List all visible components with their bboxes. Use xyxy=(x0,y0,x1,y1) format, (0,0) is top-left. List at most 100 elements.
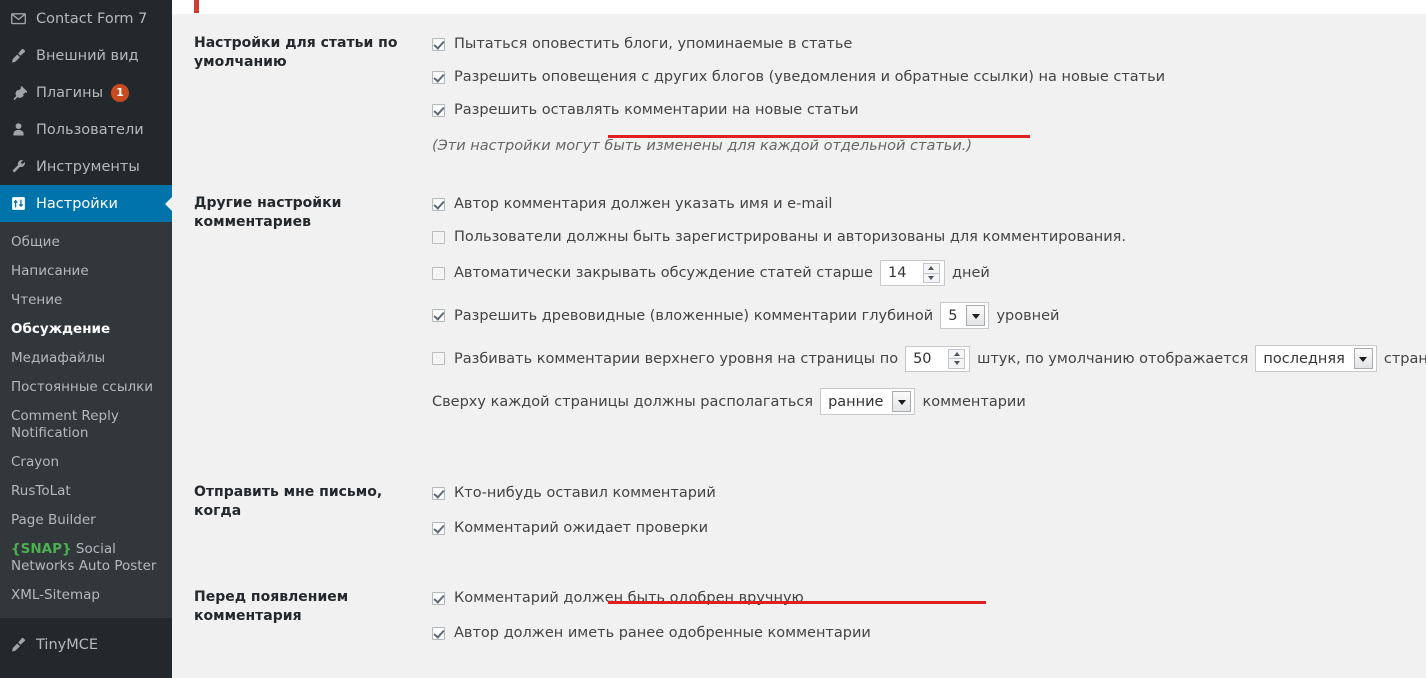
default-comments-page-select[interactable]: последняя xyxy=(1255,345,1377,372)
checkbox-input[interactable] xyxy=(432,591,445,605)
checkbox-row-notify-moderation[interactable]: Комментарий ожидает проверки xyxy=(432,518,708,538)
section-email-me-when: Отправить мне письмо, когда Кто-нибудь о… xyxy=(172,463,1426,558)
sidebar-item-appearance[interactable]: Внешний вид xyxy=(0,37,172,74)
sidebar-divider xyxy=(0,618,172,626)
active-menu-arrow-icon xyxy=(165,195,172,212)
checkbox-row-allow-pingbacks[interactable]: Разрешить оповещения с других блогов (ув… xyxy=(432,67,1165,87)
sidebar-item-label: Настройки xyxy=(36,195,118,212)
checkbox-input[interactable] xyxy=(432,70,445,84)
checkbox-input[interactable] xyxy=(432,103,445,117)
section-default-post-settings: Настройки для статьи по умолчанию Пытать… xyxy=(172,14,1426,174)
checkbox-row-paginate-comments[interactable]: Разбивать комментарии верхнего уровня на… xyxy=(432,345,1426,372)
sidebar-item-label: Плагины xyxy=(36,84,104,101)
checkbox-input[interactable] xyxy=(432,352,445,365)
select-value[interactable]: последняя xyxy=(1256,346,1353,371)
snap-prefix: {SNAP} xyxy=(11,541,72,557)
sidebar-item-label: Внешний вид xyxy=(36,47,139,64)
checkbox-row-manual-approval[interactable]: Комментарий должен быть одобрен вручную xyxy=(432,588,804,608)
submenu-item-page-builder[interactable]: Page Builder xyxy=(0,506,172,535)
submenu-item-reading[interactable]: Чтение xyxy=(0,286,172,315)
section-heading: Перед появлением комментария xyxy=(194,589,349,624)
checkbox-input[interactable] xyxy=(432,309,445,322)
sidebar-top-menu: Contact Form 7 Внешний вид Плагины 1 Пол… xyxy=(0,0,172,222)
stepper-value[interactable]: 14 xyxy=(880,261,923,285)
comments-per-page-stepper[interactable]: 50 xyxy=(905,345,971,372)
stepper-value[interactable]: 50 xyxy=(906,346,949,371)
checkbox-row-allow-comments[interactable]: Разрешить оставлять комментарии на новые… xyxy=(432,100,859,120)
checkbox-label-mid: штук, по умолчанию отображается xyxy=(977,350,1249,367)
sidebar-item-plugins[interactable]: Плагины 1 xyxy=(0,74,172,111)
wrench-icon xyxy=(10,158,36,175)
sidebar-item-contact-form-7[interactable]: Contact Form 7 xyxy=(0,0,172,37)
comment-order-select[interactable]: ранние xyxy=(820,388,916,415)
stepper-up-icon[interactable] xyxy=(948,348,966,358)
submenu-item-writing[interactable]: Написание xyxy=(0,257,172,286)
checkbox-label: Разрешить оставлять комментарии на новые… xyxy=(454,102,859,118)
admin-sidebar: Contact Form 7 Внешний вид Плагины 1 Пол… xyxy=(0,0,172,678)
stepper-down-icon[interactable] xyxy=(948,358,966,369)
checkbox-row-close-comments[interactable]: Автоматически закрывать обсуждение стате… xyxy=(432,260,990,286)
sidebar-item-settings[interactable]: Настройки xyxy=(0,185,172,222)
plug-icon xyxy=(10,84,36,101)
checkbox-input[interactable] xyxy=(432,626,445,640)
checkbox-input[interactable] xyxy=(432,486,445,500)
submenu-item-snap-social-networks-auto-poster[interactable]: {SNAP} Social Networks Auto Poster xyxy=(0,535,172,581)
checkbox-label-before: Автоматически закрывать обсуждение стате… xyxy=(454,265,873,281)
checkbox-input[interactable] xyxy=(432,37,445,51)
chevron-down-icon[interactable] xyxy=(1353,348,1373,369)
checkbox-input[interactable] xyxy=(432,197,445,211)
section-heading: Настройки для статьи по умолчанию xyxy=(194,35,398,70)
chevron-down-icon[interactable] xyxy=(892,391,912,412)
checkbox-label-before: Разбивать комментарии верхнего уровня на… xyxy=(454,350,899,367)
thread-depth-select[interactable]: 5 xyxy=(940,302,990,329)
submenu-item-xml-sitemap[interactable]: XML-Sitemap xyxy=(0,581,172,610)
sidebar-item-tools[interactable]: Инструменты xyxy=(0,148,172,185)
stepper-down-icon[interactable] xyxy=(922,272,940,283)
checkbox-label: Комментарий ожидает проверки xyxy=(454,520,709,536)
chevron-down-icon[interactable] xyxy=(966,305,986,326)
checkbox-label: Автор комментария должен указать имя и e… xyxy=(454,196,833,212)
discussion-settings-form: Настройки для статьи по умолчанию Пытать… xyxy=(172,14,1426,663)
section-body: Комментарий должен быть одобрен вручную … xyxy=(414,568,1426,663)
checkbox-row-notify-new-comment[interactable]: Кто-нибудь оставил комментарий xyxy=(432,483,716,503)
stepper-up-icon[interactable] xyxy=(922,263,940,273)
submenu-item-rustolat[interactable]: RusToLat xyxy=(0,477,172,506)
submenu-item-comment-reply-notification[interactable]: Comment Reply Notification xyxy=(0,402,172,448)
checkbox-label-after: страница xyxy=(1383,350,1426,367)
stepper-arrows[interactable] xyxy=(948,348,966,369)
discussion-settings-content: Настройки для статьи по умолчанию Пытать… xyxy=(172,0,1426,678)
checkbox-input[interactable] xyxy=(432,266,445,280)
checkbox-row-require-registration[interactable]: Пользователи должны быть зарегистрирован… xyxy=(432,227,1126,247)
comment-order-row[interactable]: Сверху каждой страницы должны располагат… xyxy=(432,388,1026,415)
select-value[interactable]: 5 xyxy=(941,303,966,328)
submenu-item-discussion[interactable]: Обсуждение xyxy=(0,315,172,344)
checkbox-label: Пытаться оповестить блоги, упоминаемые в… xyxy=(454,36,853,52)
submenu-item-crayon[interactable]: Crayon xyxy=(0,448,172,477)
submenu-item-general[interactable]: Общие xyxy=(0,228,172,257)
wordpress-admin-screen: Contact Form 7 Внешний вид Плагины 1 Пол… xyxy=(0,0,1426,678)
checkbox-input[interactable] xyxy=(432,230,445,244)
checkbox-row-threaded-comments[interactable]: Разрешить древовидные (вложенные) коммен… xyxy=(432,302,1059,329)
select-value[interactable]: ранние xyxy=(821,389,892,414)
checkbox-row-pingback-attempt[interactable]: Пытаться оповестить блоги, упоминаемые в… xyxy=(432,34,852,54)
red-underline-annotation-2 xyxy=(608,601,986,604)
submenu-item-media[interactable]: Медиафайлы xyxy=(0,344,172,373)
checkbox-label-after: уровней xyxy=(996,307,1060,324)
paintbrush-icon xyxy=(10,47,36,64)
checkbox-row-previously-approved[interactable]: Автор должен иметь ранее одобренные комм… xyxy=(432,623,871,643)
checkbox-input[interactable] xyxy=(432,521,445,535)
pencil-icon xyxy=(10,636,36,653)
red-marker-annotation xyxy=(194,0,199,13)
envelope-icon xyxy=(10,10,36,27)
sidebar-item-tinymce[interactable]: TinyMCE xyxy=(0,626,172,663)
checkbox-row-require-name-email[interactable]: Автор комментария должен указать имя и e… xyxy=(432,194,832,214)
sidebar-item-users[interactable]: Пользователи xyxy=(0,111,172,148)
submenu-item-permalinks[interactable]: Постоянные ссылки xyxy=(0,373,172,402)
section-body: Автор комментария должен указать имя и e… xyxy=(414,174,1426,435)
checkbox-label: Кто-нибудь оставил комментарий xyxy=(454,485,716,501)
close-comments-days-stepper[interactable]: 14 xyxy=(879,260,945,286)
stepper-arrows[interactable] xyxy=(922,263,940,283)
section-heading: Другие настройки комментариев xyxy=(194,195,342,230)
sidebar-item-label: Contact Form 7 xyxy=(36,10,148,27)
page-top-strip xyxy=(172,0,1426,14)
